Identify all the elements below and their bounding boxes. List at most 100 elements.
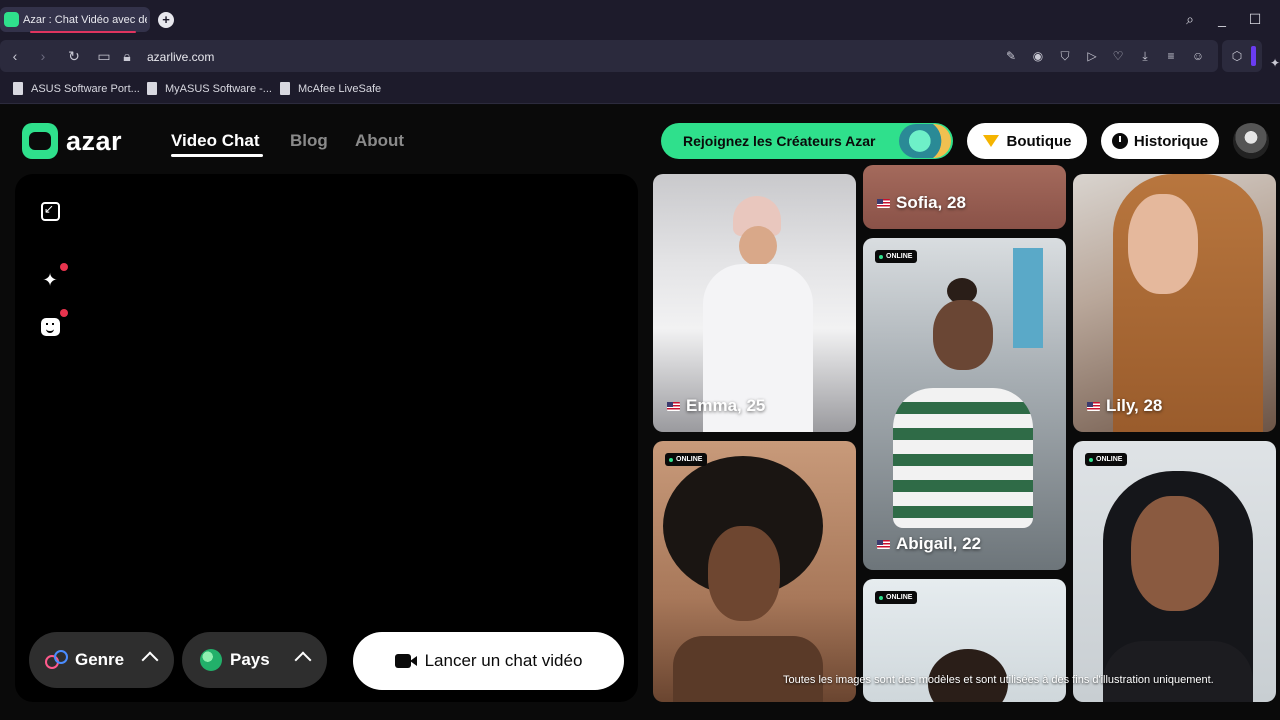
profile-card-lily[interactable]: Lily, 28 [1073, 174, 1276, 432]
page-icon [147, 82, 157, 95]
bookmark-asus-software-portal[interactable]: ASUS Software Port... [13, 82, 140, 95]
gender-label: Genre [75, 650, 125, 669]
online-badge-text: ONLINE [676, 456, 703, 463]
boutique-label: Boutique [1006, 132, 1072, 150]
page-icon [13, 82, 23, 95]
profile-icon[interactable]: ☺ [1191, 49, 1205, 63]
face-mask-icon[interactable] [41, 318, 60, 336]
download-icon[interactable]: ⤓ [1138, 49, 1152, 63]
history-button[interactable]: Historique [1101, 123, 1219, 159]
maximize-icon[interactable]: ☐ [1246, 10, 1264, 28]
profile-card-sofia[interactable]: Sofia, 28 [863, 165, 1066, 229]
notification-dot [60, 263, 68, 271]
nav-video-chat[interactable]: Video Chat [171, 131, 259, 151]
extension-indicator [1251, 46, 1256, 66]
profile-name: Lily, 28 [1087, 396, 1162, 416]
edit-icon[interactable]: ✎ [1004, 49, 1018, 63]
ai-sparkle-icon[interactable]: ✦ [1268, 56, 1280, 70]
chevron-up-icon [141, 651, 159, 669]
profile-card-online-1[interactable]: ONLINE [653, 441, 856, 702]
azar-logo-icon [22, 123, 58, 159]
gender-filter-button[interactable]: Genre [29, 632, 174, 688]
menu-lines-icon[interactable]: ≡ [1164, 49, 1178, 63]
shield-icon[interactable]: ⛉ [1058, 49, 1072, 63]
start-video-chat-button[interactable]: Lancer un chat vidéo [353, 632, 624, 690]
sparkles-effects-icon[interactable]: ✦ [39, 269, 61, 291]
diamond-icon [982, 135, 999, 147]
online-dot [669, 457, 673, 462]
country-filter-button[interactable]: Pays [182, 632, 327, 688]
online-badge: ONLINE [665, 453, 708, 466]
photo-shoulders [673, 636, 823, 702]
profile-name-text: Abigail, 22 [896, 534, 982, 553]
back-icon[interactable]: ‹ [6, 47, 24, 65]
online-dot [1089, 457, 1093, 462]
nav-blog[interactable]: Blog [290, 131, 328, 151]
start-video-chat-label: Lancer un chat vidéo [424, 651, 583, 670]
us-flag-icon [877, 539, 890, 549]
online-badge-text: ONLINE [1096, 456, 1123, 463]
us-flag-icon [667, 401, 680, 411]
creators-illustration-icon [899, 124, 951, 158]
logo-text: azar [66, 125, 123, 156]
profile-name: Emma, 25 [667, 396, 765, 416]
screenshot-icon[interactable]: ◉ [1031, 49, 1045, 63]
forward-icon[interactable]: › [34, 47, 52, 65]
online-dot [879, 254, 883, 259]
search-icon[interactable]: ⌕ [1181, 10, 1199, 28]
heart-icon[interactable]: ♡ [1111, 49, 1125, 63]
online-badge: ONLINE [875, 250, 918, 263]
photo-face [933, 300, 993, 370]
tab-activity-indicator [30, 31, 136, 33]
history-label: Historique [1133, 132, 1209, 150]
profile-name: Sofia, 28 [877, 193, 966, 213]
join-creators-label: Rejoignez les Créateurs Azar [683, 133, 876, 149]
video-camera-icon [394, 654, 417, 668]
play-icon[interactable]: ▷ [1085, 49, 1099, 63]
tab-title: Azar : Chat Vidéo avec de [23, 13, 147, 26]
globe-icon [200, 649, 222, 671]
extension-box[interactable]: ⬡ [1222, 40, 1262, 72]
reload-icon[interactable]: ↻ [65, 47, 83, 65]
photo-sign [1013, 248, 1043, 348]
azar-logo[interactable]: azar [22, 123, 122, 159]
us-flag-icon [1087, 401, 1100, 411]
nav-active-underline [171, 154, 263, 157]
bookmark-label: ASUS Software Port... [31, 82, 140, 95]
new-tab-plus-icon[interactable]: + [158, 12, 174, 28]
address-bar[interactable]: ‹ › ↻ ▭ 🔒︎ azarlive.com ✎ ◉ ⛉ ▷ ♡ ⤓ ≡ ☺ [0, 40, 1218, 72]
cube-icon[interactable]: ⬡ [1230, 49, 1244, 63]
bookmark-myasus-software[interactable]: MyASUS Software -... [147, 82, 272, 95]
country-label: Pays [230, 650, 270, 669]
boutique-button[interactable]: Boutique [967, 123, 1087, 159]
bookmark-label: McAfee LiveSafe [298, 82, 382, 95]
online-badge: ONLINE [875, 591, 918, 604]
online-badge: ONLINE [1085, 453, 1128, 466]
profile-name-text: Sofia, 28 [896, 193, 966, 212]
online-badge-text: ONLINE [886, 594, 913, 601]
profile-card-abigail[interactable]: ONLINE Abigail, 22 [863, 238, 1066, 570]
photo-face [1128, 194, 1198, 294]
camera-permission-icon[interactable]: ▭ [95, 47, 113, 65]
url-text[interactable]: azarlive.com [147, 50, 214, 64]
browser-tab-azar[interactable]: Azar : Chat Vidéo avec de [0, 7, 150, 32]
nav-about[interactable]: About [355, 131, 404, 151]
exit-fullscreen-icon[interactable] [41, 202, 60, 221]
profile-name-text: Lily, 28 [1106, 396, 1163, 415]
profile-card-online-3[interactable]: ONLINE [1073, 441, 1276, 702]
user-avatar[interactable] [1233, 123, 1269, 159]
profile-name-text: Emma, 25 [686, 396, 766, 415]
bookmark-mcafee-livesafe[interactable]: McAfee LiveSafe [280, 82, 381, 95]
clock-icon [1111, 133, 1128, 149]
photo-face [708, 526, 780, 621]
minimize-icon[interactable]: _ [1213, 10, 1231, 28]
bookmark-label: MyASUS Software -... [165, 82, 272, 95]
lock-icon: 🔒︎ [123, 48, 131, 64]
photo-face [1131, 496, 1219, 611]
azar-favicon [4, 12, 19, 27]
illustration-disclaimer: Toutes les images sont des modèles et so… [783, 674, 1214, 686]
profile-card-emma[interactable]: Emma, 25 [653, 174, 856, 432]
notification-dot [60, 309, 68, 317]
gender-icon [45, 649, 68, 671]
join-creators-button[interactable]: Rejoignez les Créateurs Azar [661, 123, 953, 159]
